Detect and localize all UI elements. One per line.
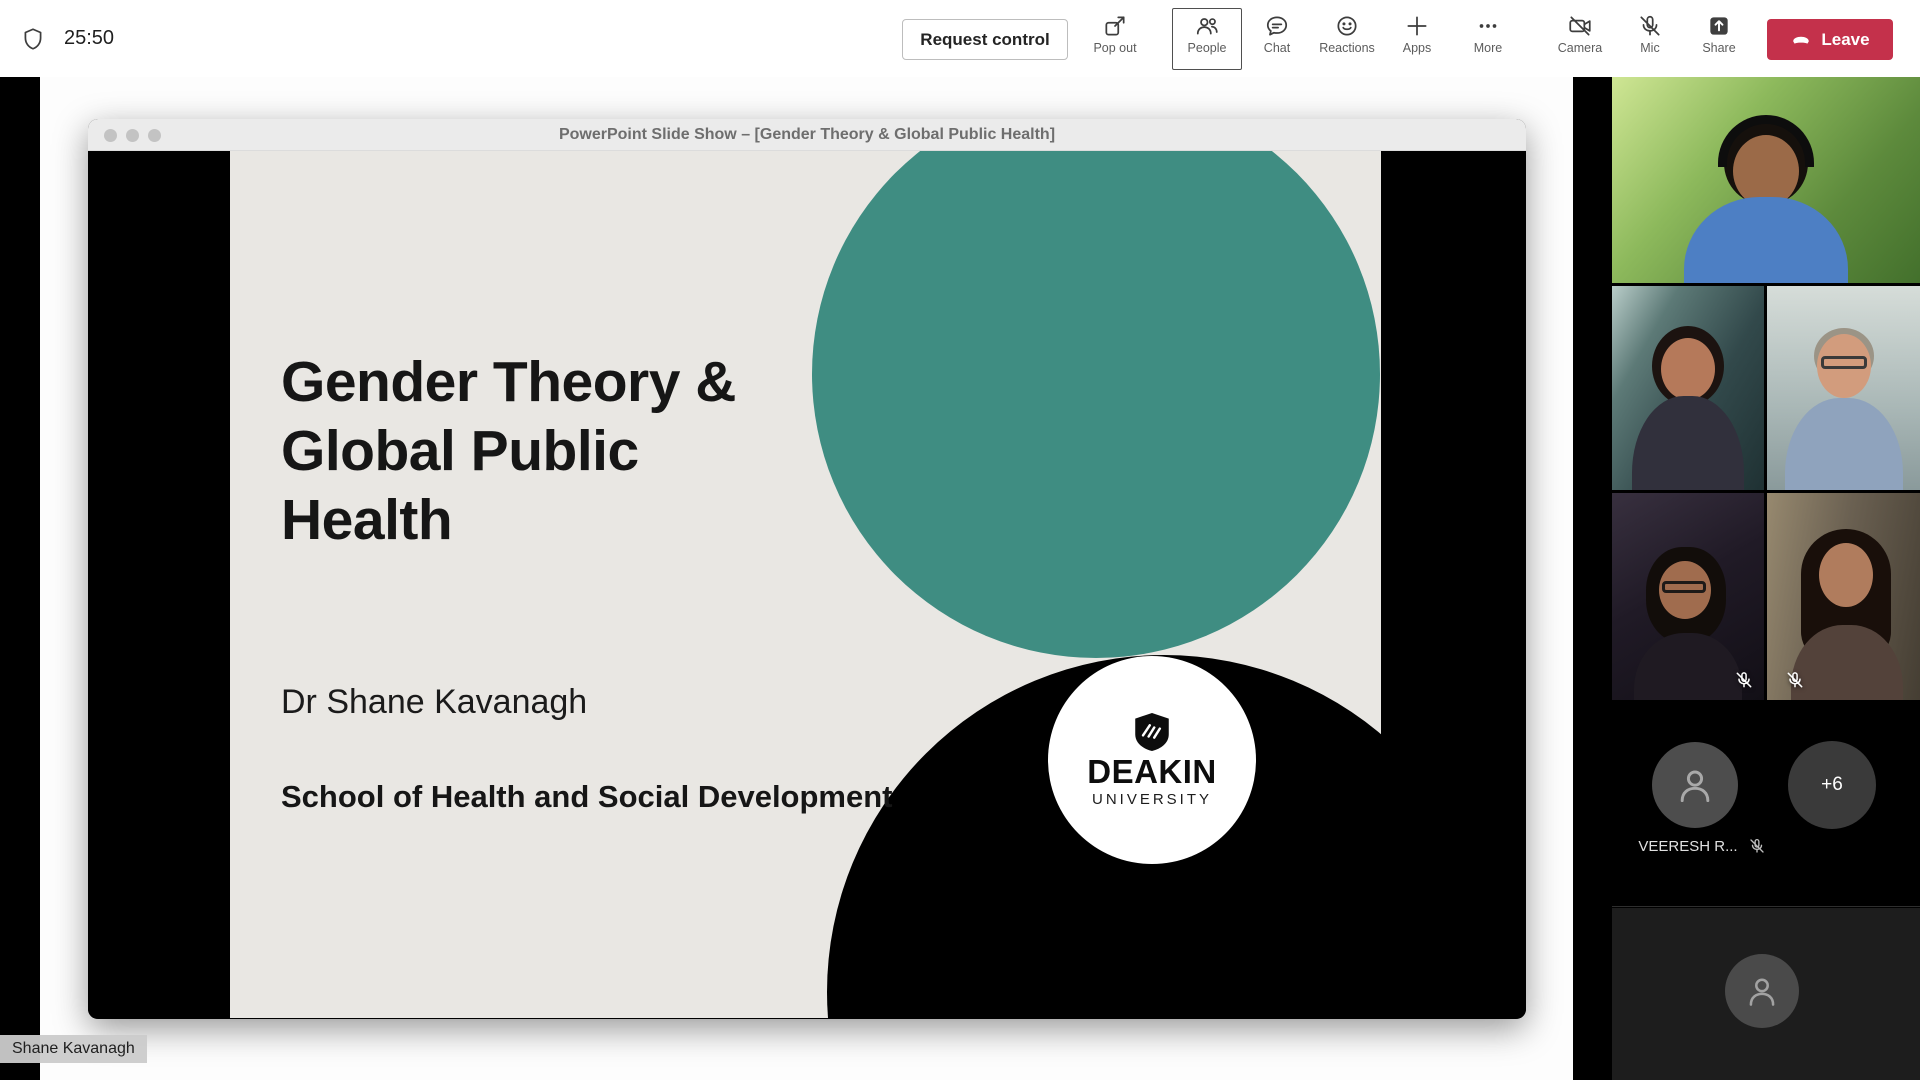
camera-label: Camera	[1558, 41, 1602, 55]
share-label: Share	[1702, 41, 1735, 55]
chat-button[interactable]: Chat	[1242, 8, 1312, 70]
muted-mic-icon	[1748, 837, 1766, 855]
slide-department: School of Health and Social Development	[281, 779, 893, 815]
reactions-icon	[1334, 9, 1360, 39]
more-button[interactable]: More	[1453, 8, 1523, 70]
shield-icon	[20, 26, 46, 52]
overflow-count-badge[interactable]: +6	[1788, 741, 1876, 829]
pop-out-button[interactable]: Pop out	[1080, 8, 1150, 70]
people-icon	[1194, 9, 1220, 39]
window-minimize-button[interactable]	[126, 129, 139, 142]
participant-name-row: VEERESH R...	[1612, 837, 1792, 855]
mic-label: Mic	[1640, 41, 1659, 55]
meeting-timer: 25:50	[64, 27, 114, 50]
camera-button[interactable]: Camera	[1545, 8, 1615, 70]
leave-label: Leave	[1821, 30, 1869, 50]
participant-video-tile-5[interactable]	[1767, 493, 1920, 700]
pop-out-label: Pop out	[1093, 41, 1136, 55]
people-label: People	[1188, 41, 1227, 55]
window-close-button[interactable]	[104, 129, 117, 142]
person-icon	[1673, 763, 1717, 807]
participant-video-tile-1[interactable]	[1612, 77, 1920, 283]
chat-icon	[1264, 9, 1290, 39]
window-controls[interactable]	[104, 129, 161, 142]
pop-out-icon	[1102, 9, 1128, 39]
more-icon	[1475, 9, 1501, 39]
participant-avatar-placeholder[interactable]	[1652, 742, 1738, 828]
meeting-toolbar: 25:50 Request control Pop out People Cha…	[0, 0, 1920, 77]
slide-presenter-name: Dr Shane Kavanagh	[281, 683, 587, 722]
mic-button[interactable]: Mic	[1615, 8, 1685, 70]
mic-off-icon	[1637, 9, 1663, 39]
powerpoint-window: PowerPoint Slide Show – [Gender Theory &…	[88, 119, 1526, 1019]
share-icon	[1706, 9, 1732, 39]
deakin-logo-subtitle: UNIVERSITY	[1092, 792, 1212, 807]
muted-mic-icon	[1785, 670, 1805, 690]
slide-title: Gender Theory & Global Public Health	[281, 348, 736, 555]
more-label: More	[1474, 41, 1502, 55]
headphones	[1718, 115, 1814, 167]
apps-icon	[1404, 9, 1430, 39]
leave-button[interactable]: Leave	[1767, 19, 1893, 60]
presenter-name-tag: Shane Kavanagh	[0, 1035, 147, 1063]
deakin-shield-icon	[1135, 713, 1169, 751]
reactions-button[interactable]: Reactions	[1312, 8, 1382, 70]
window-zoom-button[interactable]	[148, 129, 161, 142]
slide-title-line2: Global Public	[281, 417, 736, 486]
slide-title-line1: Gender Theory &	[281, 348, 736, 417]
leave-icon	[1790, 29, 1812, 51]
window-title: PowerPoint Slide Show – [Gender Theory &…	[88, 119, 1526, 151]
participant-video-tile-4[interactable]	[1612, 493, 1764, 700]
muted-mic-icon	[1734, 670, 1754, 690]
shared-desktop: PowerPoint Slide Show – [Gender Theory &…	[40, 77, 1573, 1080]
glasses	[1662, 581, 1706, 593]
deakin-logo-badge: DEAKIN UNIVERSITY	[1048, 656, 1256, 864]
slide-title-line3: Health	[281, 486, 736, 555]
apps-button[interactable]: Apps	[1382, 8, 1452, 70]
apps-label: Apps	[1403, 41, 1432, 55]
person-icon	[1743, 972, 1781, 1010]
participants-sidebar: +6 VEERESH R...	[1612, 77, 1920, 1080]
toolbar-left-group: 25:50	[20, 0, 114, 77]
participant-name: VEERESH R...	[1638, 838, 1737, 855]
camera-off-icon	[1567, 9, 1593, 39]
participant-video-tile-empty[interactable]	[1612, 908, 1920, 1080]
sidebar-divider	[1612, 906, 1920, 907]
participant-video-tile-2[interactable]	[1612, 286, 1764, 490]
participant-avatar-placeholder	[1725, 954, 1799, 1028]
share-button[interactable]: Share	[1684, 8, 1754, 70]
participant-video-tile-3[interactable]	[1767, 286, 1920, 490]
glasses	[1821, 356, 1867, 369]
powerpoint-titlebar: PowerPoint Slide Show – [Gender Theory &…	[88, 119, 1526, 151]
presentation-slide: DEAKIN UNIVERSITY Gender Theory & Global…	[88, 151, 1526, 1018]
chat-label: Chat	[1264, 41, 1290, 55]
reactions-label: Reactions	[1319, 41, 1375, 55]
request-control-button[interactable]: Request control	[902, 19, 1068, 60]
shared-screen-stage: PowerPoint Slide Show – [Gender Theory &…	[0, 77, 1612, 1080]
people-button[interactable]: People	[1172, 8, 1242, 70]
deakin-logo-name: DEAKIN	[1087, 755, 1217, 788]
